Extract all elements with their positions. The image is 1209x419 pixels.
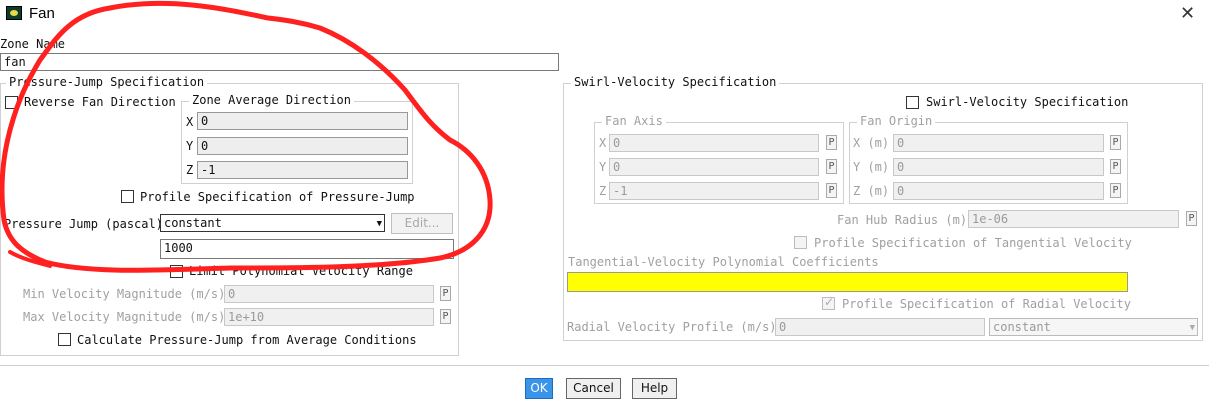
red-annotation-circle (0, 0, 493, 273)
